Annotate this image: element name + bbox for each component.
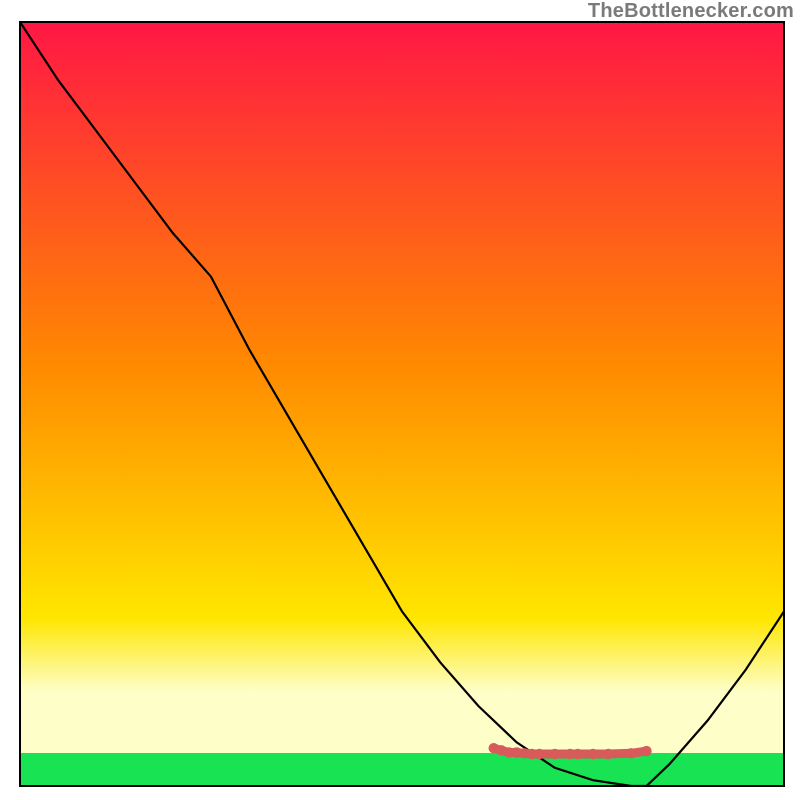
chart-container: TheBottlenecker.com bbox=[0, 0, 800, 800]
marker-dot bbox=[603, 749, 613, 759]
marker-dot bbox=[641, 746, 651, 756]
marker-dot bbox=[588, 749, 598, 759]
bottleneck-chart bbox=[0, 0, 800, 800]
marker-dot bbox=[550, 749, 560, 759]
marker-dot bbox=[534, 749, 544, 759]
marker-dot bbox=[573, 749, 583, 759]
marker-dot bbox=[626, 748, 636, 758]
attribution-text: TheBottlenecker.com bbox=[588, 0, 794, 23]
gradient-background bbox=[20, 22, 784, 786]
